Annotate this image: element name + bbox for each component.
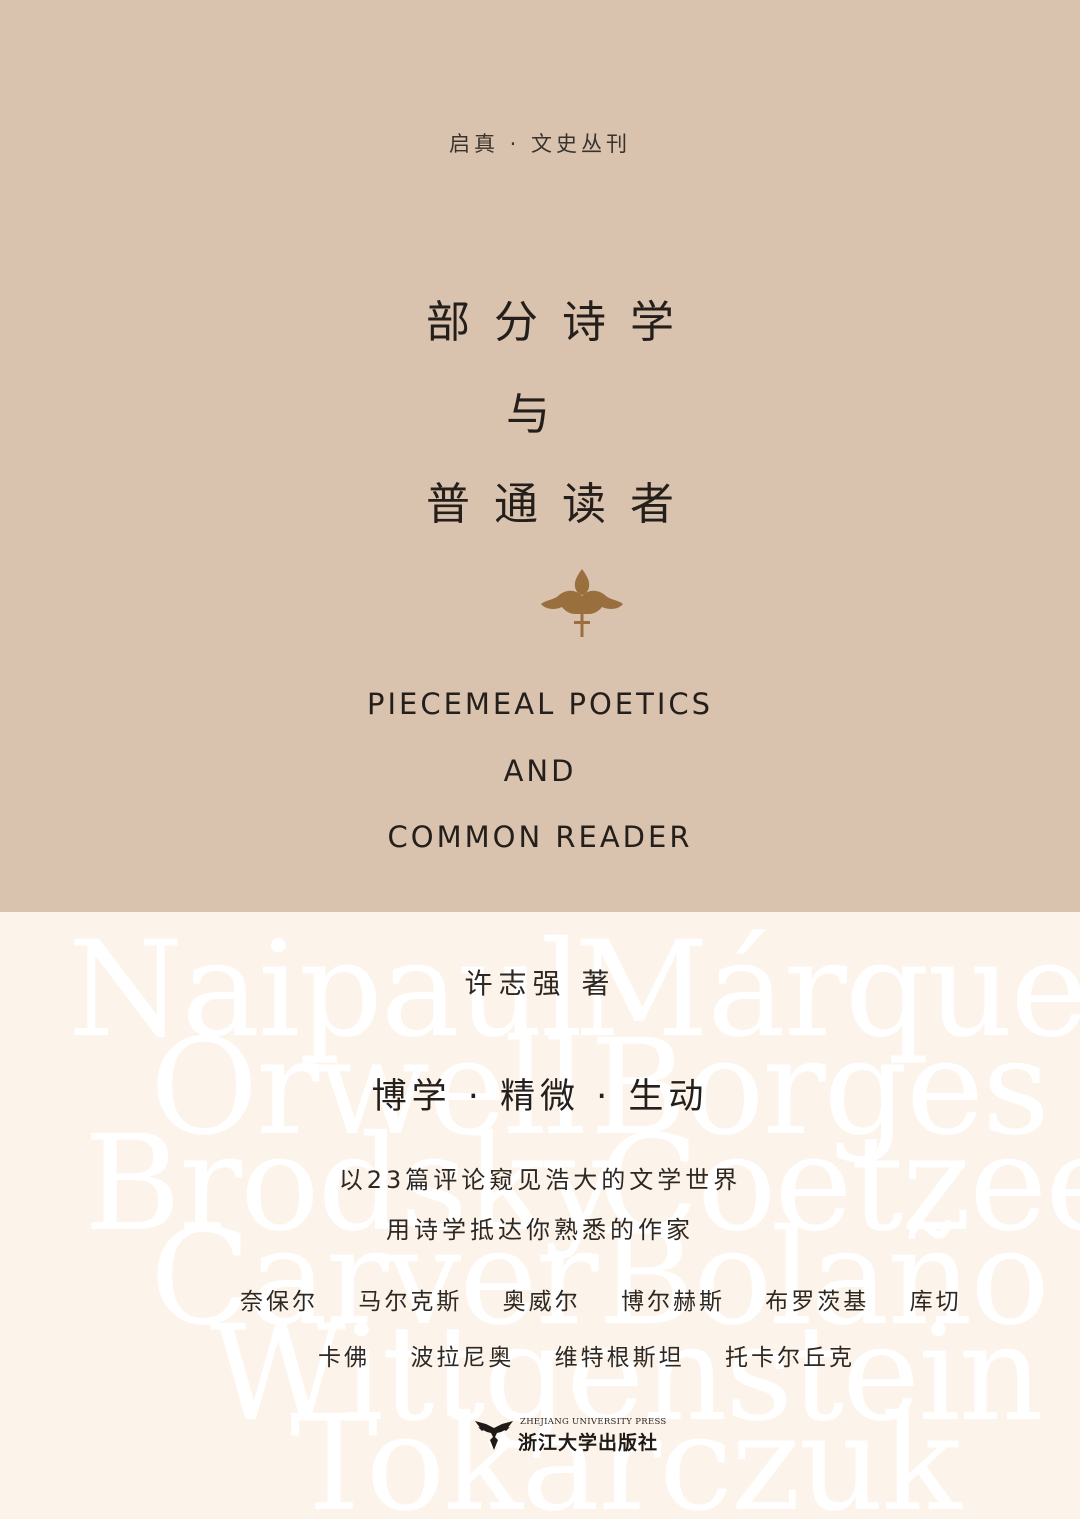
writer-name: 卡佛 [318, 1345, 370, 1371]
title-line-1: 部分诗学 [426, 297, 698, 348]
subtitle-line-1: 以23篇评论窥见浩大的文学世界 [338, 1166, 742, 1194]
writers-row-1: 奈保尔 马尔克斯 奥威尔 博尔赫斯 布罗茨基 库切 [240, 1282, 962, 1316]
title-line-3: 普通读者 [426, 479, 698, 530]
writer-name: 托卡尔丘克 [724, 1345, 855, 1371]
english-title-line-1: PIECEMEAL POETICS [366, 687, 714, 721]
writer-name: 马尔克斯 [358, 1289, 463, 1315]
writer-name: 博尔赫斯 [620, 1289, 725, 1315]
writer-name: 奥威尔 [502, 1289, 581, 1315]
publisher-mark: ZHEJIANG UNIVERSITY PRESS 浙江大学出版社 [474, 1416, 674, 1456]
english-title-line-2: AND [503, 754, 577, 788]
title-line-2: 与 [506, 389, 574, 440]
fleur-de-lis-icon [541, 569, 623, 637]
writer-name: 奈保尔 [240, 1289, 318, 1315]
english-title-line-3: COMMON READER [387, 820, 693, 854]
writer-name: 波拉尼奥 [410, 1345, 515, 1371]
writers-row-2: 卡佛 波拉尼奥 维特根斯坦 托卡尔丘克 [318, 1338, 855, 1372]
eagle-logo-icon [475, 1421, 513, 1450]
subtitle-line-2: 用诗学抵达你熟悉的作家 [386, 1216, 694, 1244]
author: 许志强 著 [464, 967, 616, 1000]
tagline: 博学 · 精微 · 生动 [371, 1077, 709, 1117]
series-name: 启真 · 文史丛刊 [448, 132, 632, 156]
writer-name: 库切 [909, 1289, 962, 1315]
writer-name: 维特根斯坦 [554, 1345, 685, 1371]
publisher-name-en: ZHEJIANG UNIVERSITY PRESS [520, 1417, 667, 1427]
publisher-name-cn: 浙江大学出版社 [518, 1432, 659, 1454]
writer-name: 布罗茨基 [765, 1289, 870, 1315]
